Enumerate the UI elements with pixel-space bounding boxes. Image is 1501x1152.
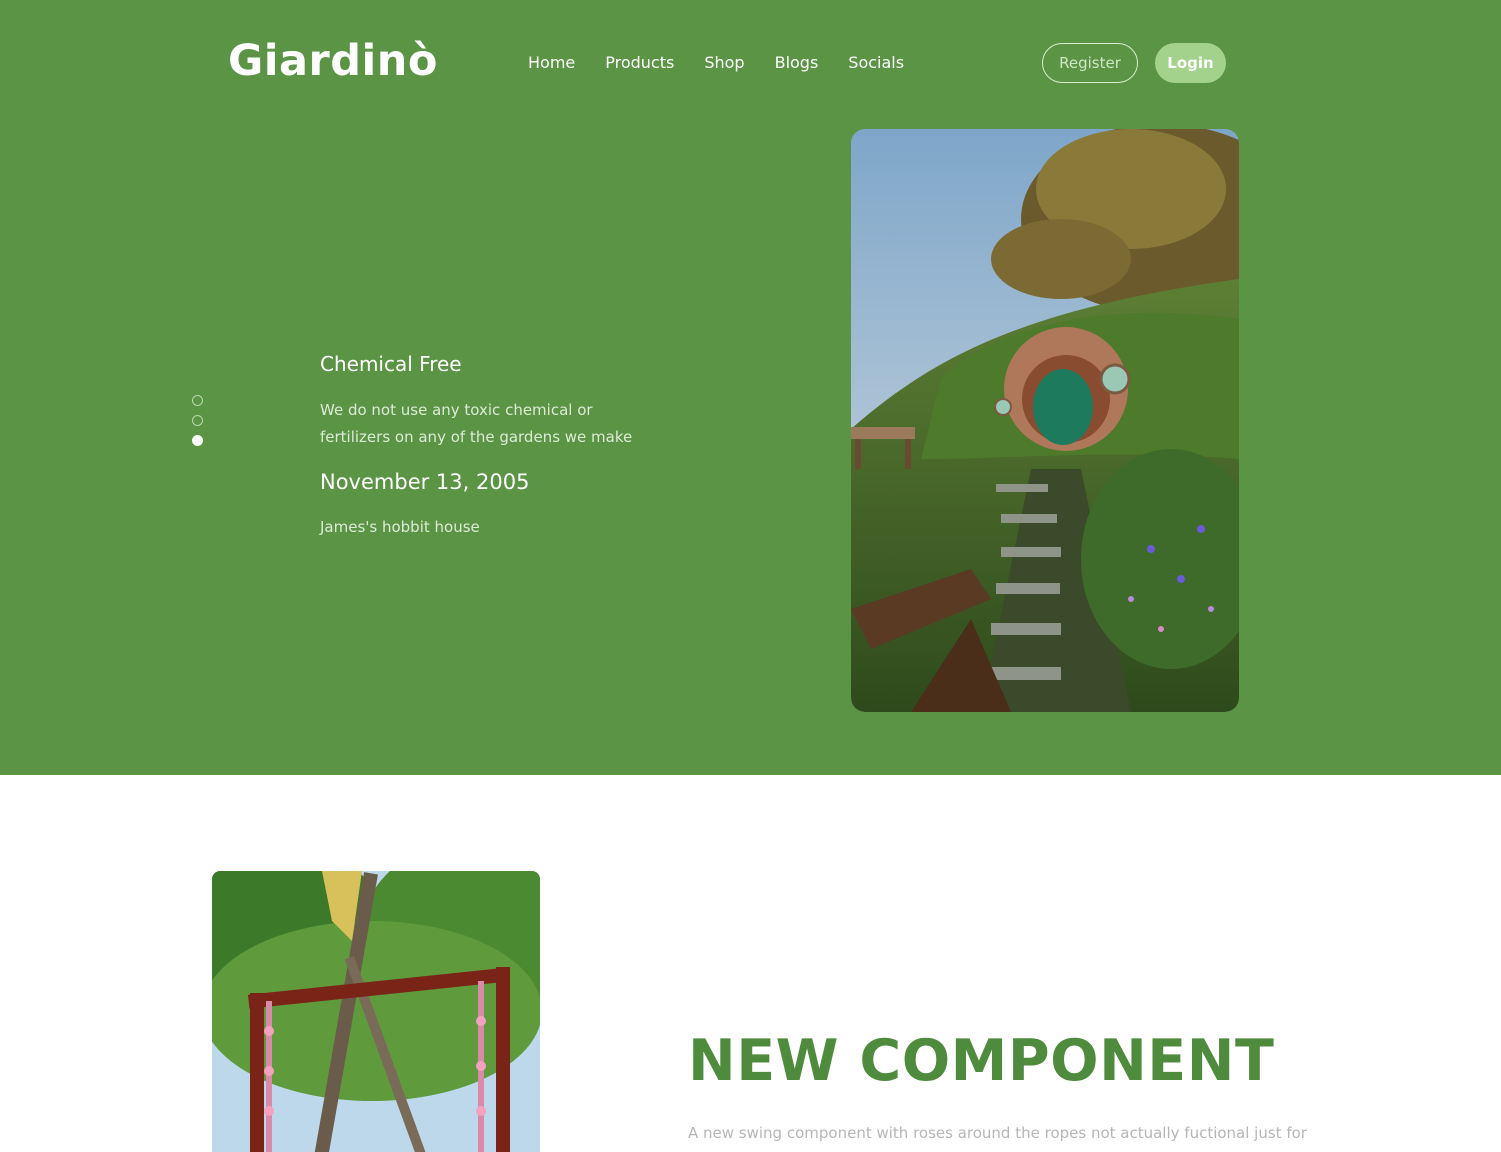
feature-title: Chemical Free <box>320 352 462 376</box>
carousel-indicators <box>192 395 203 455</box>
carousel-dot-1[interactable] <box>192 395 203 406</box>
login-button[interactable]: Login <box>1155 43 1226 83</box>
nav-shop[interactable]: Shop <box>704 53 744 72</box>
section-description: A new swing component with roses around … <box>688 1124 1307 1142</box>
register-button[interactable]: Register <box>1042 43 1138 83</box>
post-date: November 13, 2005 <box>320 470 530 494</box>
nav-blogs[interactable]: Blogs <box>775 53 819 72</box>
nav-products[interactable]: Products <box>605 53 674 72</box>
brand-logo[interactable]: Giardinò <box>228 36 438 86</box>
main-nav: Home Products Shop Blogs Socials <box>528 53 934 72</box>
feature-description: We do not use any toxic chemical or fert… <box>320 401 633 446</box>
rose-swing-image <box>212 871 540 1152</box>
section-title: NEW COMPONENT <box>688 1028 1275 1094</box>
carousel-dot-3-active[interactable] <box>192 435 203 446</box>
nav-home[interactable]: Home <box>528 53 575 72</box>
image-caption: James's hobbit house <box>320 518 480 536</box>
nav-socials[interactable]: Socials <box>848 53 904 72</box>
hero-section: Giardinò Home Products Shop Blogs Social… <box>0 0 1501 775</box>
hobbit-house-image <box>851 129 1239 712</box>
carousel-dot-2[interactable] <box>192 415 203 426</box>
